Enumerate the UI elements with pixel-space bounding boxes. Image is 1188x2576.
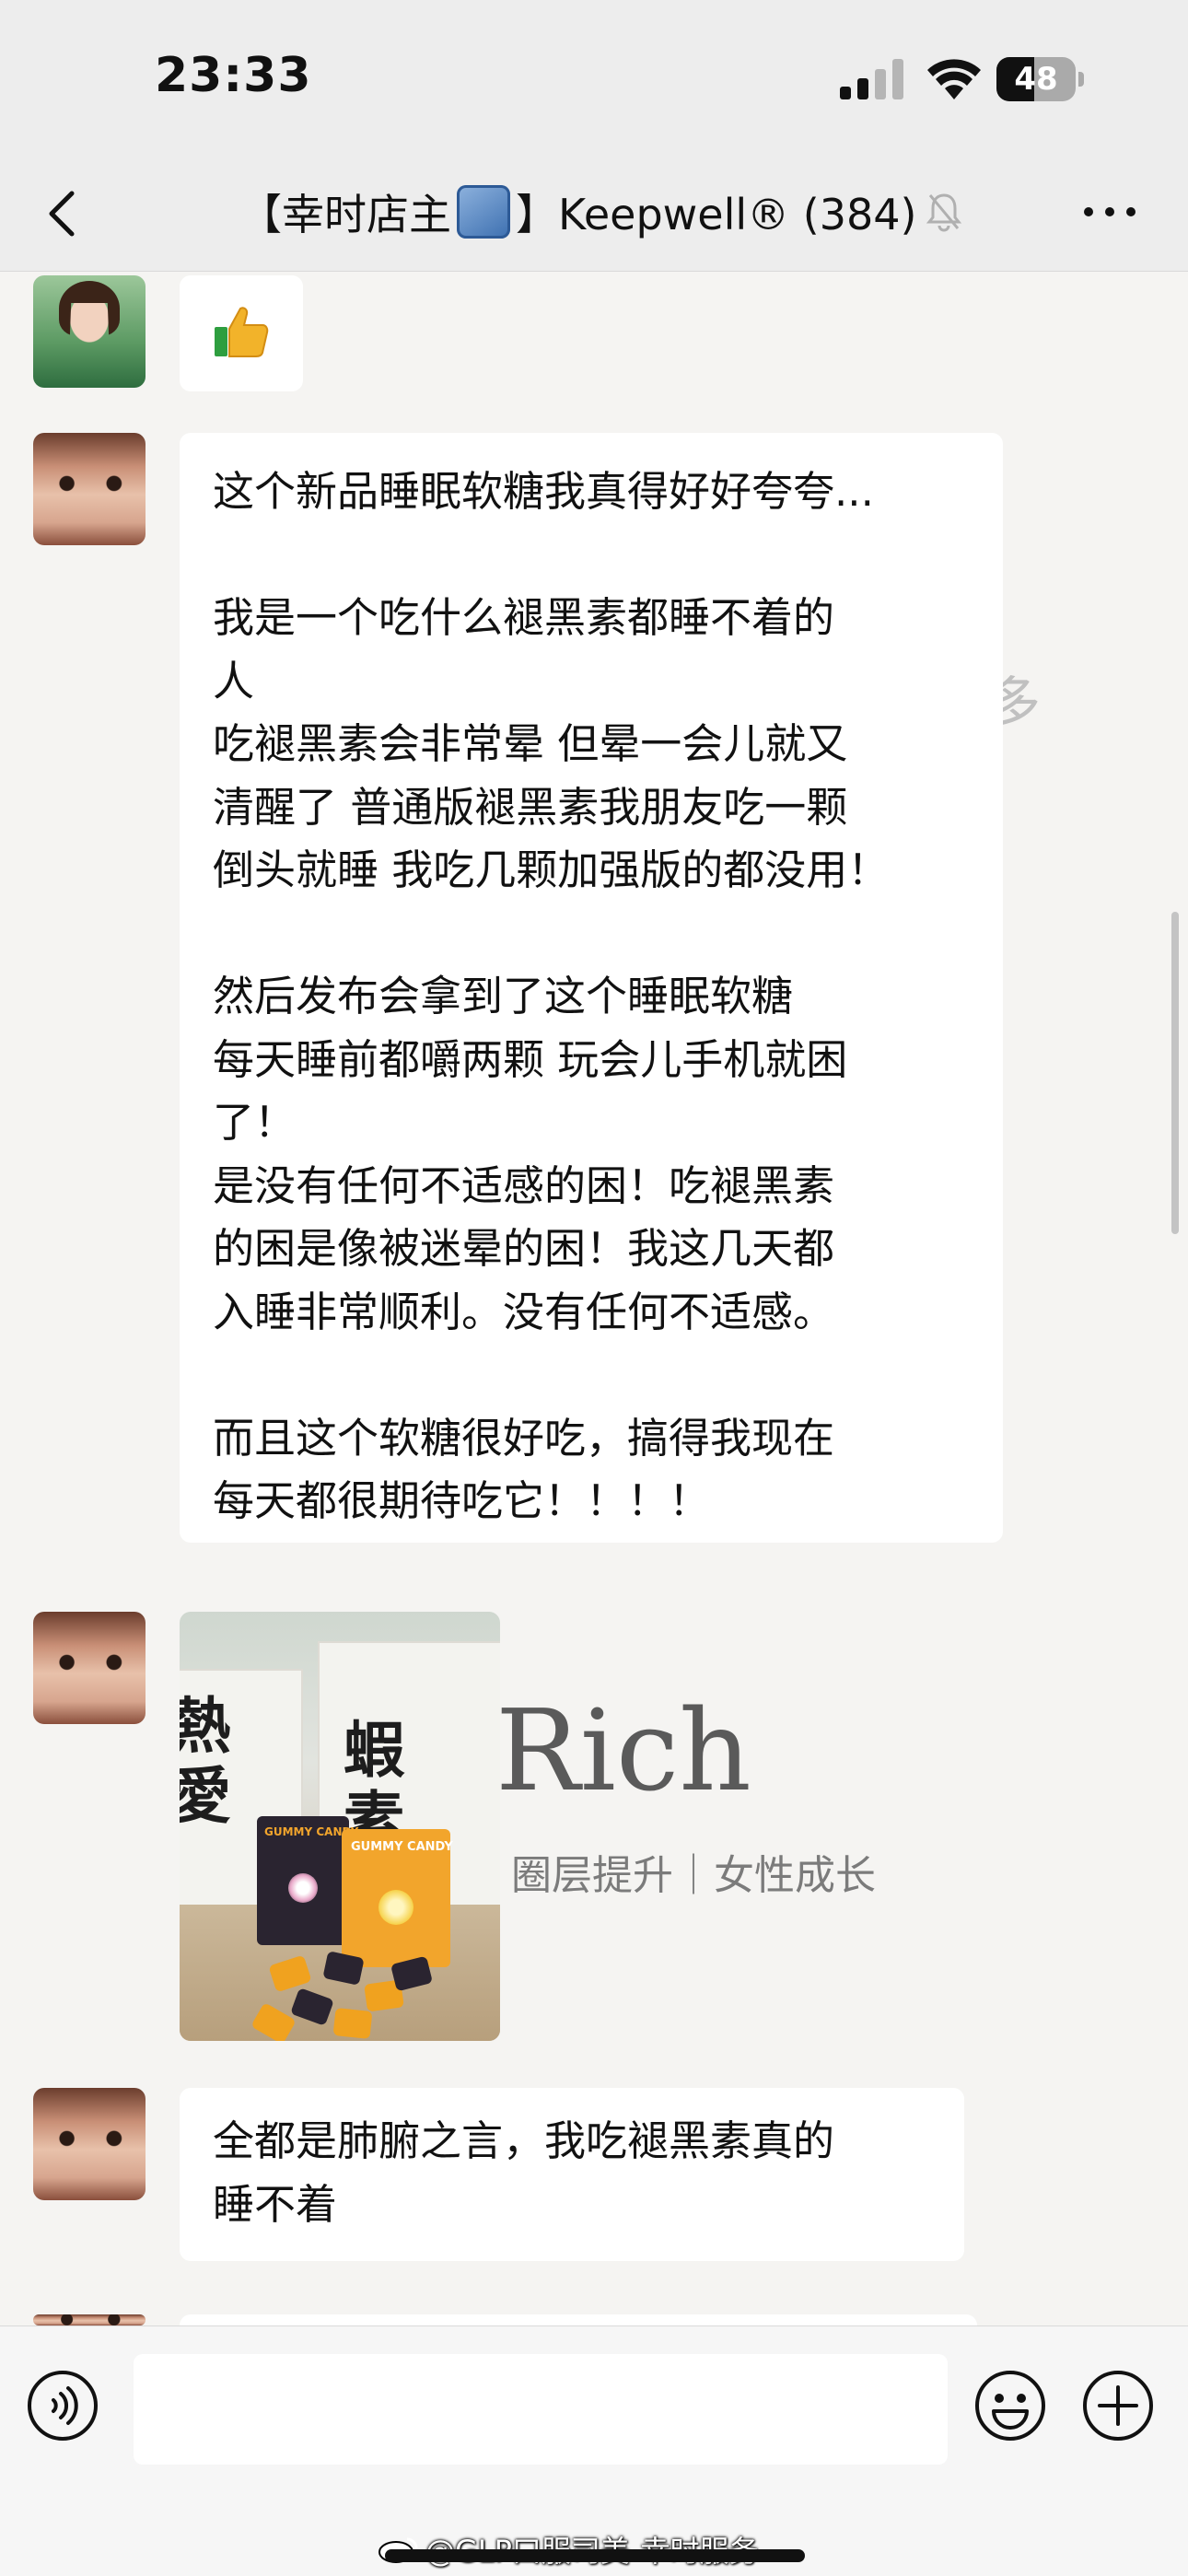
- more-actions-button[interactable]: [1081, 2369, 1155, 2442]
- watermark-subtitle: 圈层提升｜女性成长: [511, 1852, 876, 1899]
- message-text-line: 而且这个软糖很好吃，搞得我现在: [213, 1413, 835, 1463]
- message-text-line: 我是一个吃什么褪黑素都睡不着的: [213, 593, 835, 642]
- message-row: [0, 275, 1188, 391]
- message-text-line: [213, 1344, 970, 1407]
- avatar[interactable]: [33, 2314, 146, 2325]
- home-indicator[interactable]: [385, 2549, 805, 2562]
- product-box-orange: GUMMY CANDY: [342, 1829, 453, 1967]
- text-message-bubble[interactable]: [180, 2314, 977, 2325]
- avatar[interactable]: [33, 1612, 146, 1724]
- avatar[interactable]: [33, 2088, 146, 2200]
- message-text-line: 全都是肺腑之言，我吃褪黑素真的: [213, 2116, 835, 2165]
- message-text-line: 的困是像被迷晕的困！我这几天都: [213, 1224, 835, 1273]
- thumbs-up-icon: [215, 307, 269, 357]
- message-row: 熱愛 蝦素 GUMMY CANDY GUMMY CANDY: [0, 1612, 1188, 2041]
- text-message-bubble[interactable]: 这个新品睡眠软糖我真得好好夸夸... 我是一个吃什么褪黑素都睡不着的人吃褪黑素会非…: [180, 433, 1003, 1543]
- status-bar: 23:33 48: [0, 0, 1188, 157]
- back-button[interactable]: [37, 182, 92, 245]
- message-text-line: [213, 903, 970, 966]
- blue-square-emoji-icon: [457, 185, 510, 239]
- battery-icon: 48: [996, 57, 1085, 101]
- message-text-line: 是没有任何不适感的困！吃褪黑素: [213, 1160, 835, 1210]
- message-text-line: [213, 524, 970, 588]
- message-input[interactable]: [134, 2354, 948, 2465]
- watermark-title: Rich: [495, 1685, 751, 1816]
- emoji-message-bubble[interactable]: [180, 275, 303, 391]
- message-text-line: 倒头就睡 我吃几颗加强版的都没用！: [213, 845, 890, 894]
- status-time: 23:33: [155, 48, 312, 103]
- message-text-line: 然后发布会拿到了这个睡眠软糖: [213, 972, 794, 1020]
- message-row: 全都是肺腑之言，我吃褪黑素真的 睡不着: [0, 2088, 1188, 2261]
- cellular-signal-icon: [840, 59, 903, 99]
- avatar[interactable]: [33, 275, 146, 388]
- message-text-line: 人: [213, 656, 255, 705]
- chat-title-prefix: 【幸时店主: [239, 190, 451, 239]
- wifi-icon: [927, 59, 981, 99]
- message-text-line: 清醒了 普通版褪黑素我朋友吃一颗: [213, 782, 848, 832]
- message-text-line: 每天都很期待吃它！！！！: [213, 1476, 711, 1525]
- emoji-button[interactable]: [973, 2369, 1047, 2442]
- battery-level: 48: [1014, 61, 1058, 98]
- message-text-line: 入睡非常顺利。没有任何不适感。: [213, 1287, 835, 1336]
- chat-messages[interactable]: 多 这个新品睡眠软糖我真得好好夸夸... 我是一个吃什么褪黑素都睡不着的人吃褪黑素…: [0, 272, 1188, 2325]
- scrollbar[interactable]: [1171, 912, 1179, 1234]
- input-bar: @GLP口服司美-幸时服务: [0, 2325, 1188, 2576]
- message-text-line: 睡不着: [213, 2179, 338, 2229]
- text-message-bubble[interactable]: 全都是肺腑之言，我吃褪黑素真的 睡不着: [180, 2088, 964, 2261]
- message-text-line: 这个新品睡眠软糖我真得好好夸夸...: [213, 467, 874, 516]
- chat-title-suffix: 】Keepwell® (384): [516, 190, 917, 239]
- message-text-line: 了！: [213, 1098, 297, 1147]
- image-message[interactable]: 熱愛 蝦素 GUMMY CANDY GUMMY CANDY: [180, 1612, 500, 2041]
- chat-title: 【幸时店主 】Keepwell® (384): [239, 181, 962, 243]
- mute-bell-icon: [926, 193, 962, 232]
- avatar[interactable]: [33, 433, 146, 545]
- message-row: 这个新品睡眠软糖我真得好好夸夸... 我是一个吃什么褪黑素都睡不着的人吃褪黑素会非…: [0, 433, 1188, 1543]
- product-box-label: GUMMY CANDY: [351, 1840, 453, 1854]
- message-text-line: 每天睡前都嚼两颗 玩会儿手机就困: [213, 1034, 848, 1084]
- product-box-dark: GUMMY CANDY: [257, 1816, 358, 1945]
- message-text-line: 吃褪黑素会非常晕 但晕一会儿就又: [213, 719, 848, 768]
- photo-brush-text-1: 熱愛: [180, 1690, 231, 1832]
- more-options-button[interactable]: [1077, 193, 1142, 230]
- voice-input-button[interactable]: [26, 2369, 99, 2442]
- chat-header: 【幸时店主 】Keepwell® (384): [0, 157, 1188, 272]
